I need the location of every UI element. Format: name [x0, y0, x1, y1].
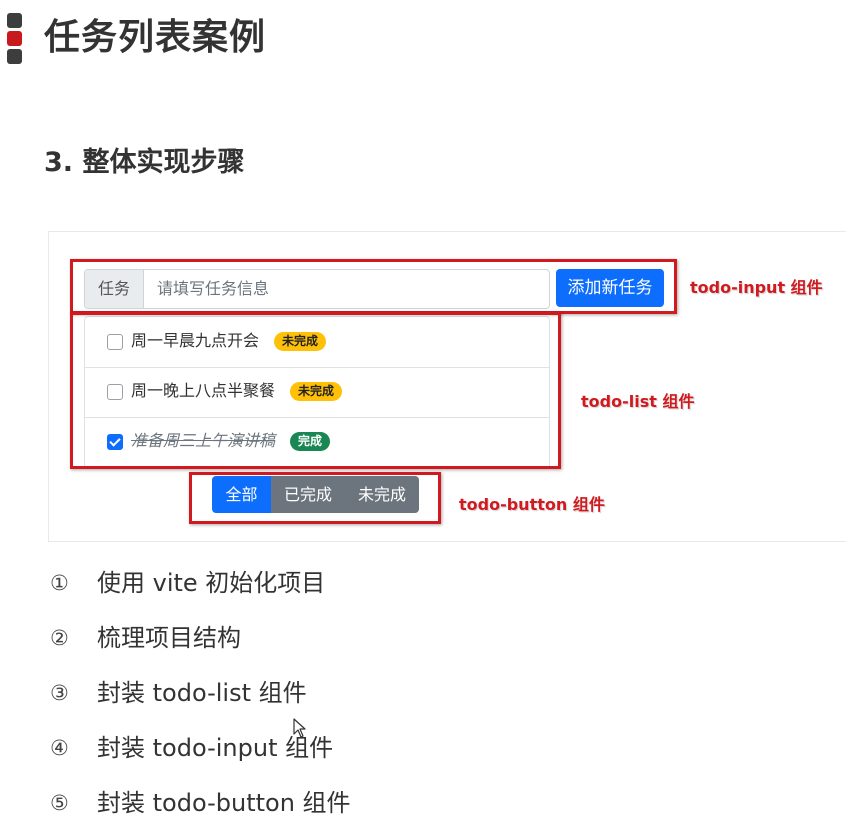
todo-list-annotation: todo-list 组件 — [581, 392, 695, 411]
step-text: 封装 todo-button 组件 — [97, 789, 351, 817]
step-number: ④ — [50, 736, 69, 760]
todo-button-highlight — [189, 472, 441, 524]
todo-input-highlight — [70, 259, 677, 314]
todo-button-annotation: todo-button 组件 — [459, 495, 605, 514]
step-number: ② — [50, 626, 69, 650]
bullet-square — [7, 31, 22, 46]
bullet-square — [7, 49, 22, 64]
list-item: ② 梳理项目结构 — [50, 618, 470, 658]
list-item: ⑤ 封装 todo-button 组件 — [50, 783, 470, 823]
list-item: ④ 封装 todo-input 组件 — [50, 728, 470, 768]
step-number: ③ — [50, 681, 69, 705]
title-bullets — [7, 13, 23, 67]
list-item: ① 使用 vite 初始化项目 — [50, 563, 470, 603]
step-number: ① — [50, 571, 69, 595]
mouse-cursor-icon — [293, 718, 306, 738]
step-text: 使用 vite 初始化项目 — [97, 569, 326, 597]
todo-list-highlight — [70, 312, 561, 469]
section-title: 3. 整体实现步骤 — [44, 147, 245, 178]
page-title: 任务列表案例 — [44, 17, 267, 58]
step-text: 封装 todo-list 组件 — [97, 679, 307, 707]
todo-input-annotation: todo-input 组件 — [690, 278, 823, 297]
step-text: 梳理项目结构 — [97, 624, 241, 652]
list-item: ③ 封装 todo-list 组件 — [50, 673, 470, 713]
step-number: ⑤ — [50, 791, 69, 815]
bullet-square — [7, 13, 22, 28]
